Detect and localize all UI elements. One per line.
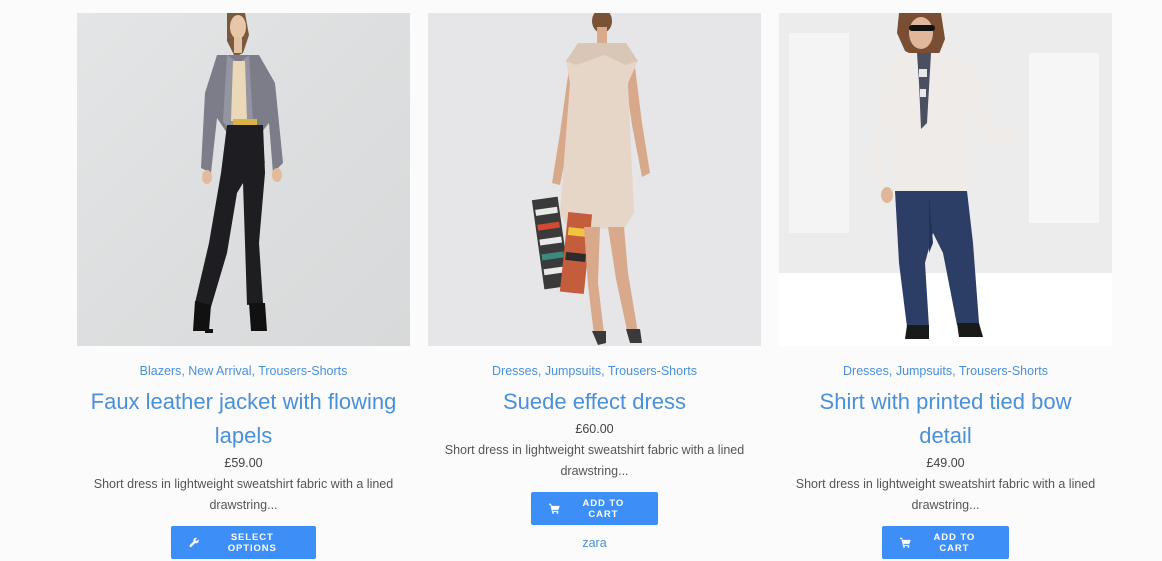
product-photo-dress (428, 13, 761, 346)
add-to-cart-button[interactable]: ADD TO CART (531, 492, 658, 525)
product-card: Dresses, Jumpsuits, Trousers-Shorts Sued… (428, 13, 761, 561)
category-link-dresses[interactable]: Dresses (843, 364, 889, 378)
cart-icon (549, 503, 560, 514)
product-image[interactable] (779, 13, 1112, 346)
product-card: Dresses, Jumpsuits, Trousers-Shorts Shir… (779, 13, 1112, 561)
add-to-cart-button[interactable]: ADD TO CART (882, 526, 1009, 559)
select-options-label: SELECT OPTIONS (227, 531, 277, 554)
product-categories: Dresses, Jumpsuits, Trousers-Shorts (492, 364, 697, 378)
select-options-button[interactable]: SELECT OPTIONS (171, 526, 316, 559)
product-title[interactable]: Shirt with printed tied bow detail (779, 385, 1112, 453)
product-title[interactable]: Suede effect dress (491, 385, 698, 419)
product-categories: Blazers, New Arrival, Trousers-Shorts (139, 364, 348, 378)
product-photo-shirt (779, 13, 1112, 346)
category-link-trousers-shorts[interactable]: Trousers-Shorts (959, 364, 1048, 378)
cart-icon (900, 537, 911, 548)
product-description: Short dress in lightweight sweatshirt fa… (93, 477, 394, 512)
product-tags: zara (582, 535, 606, 551)
product-title[interactable]: Faux leather jacket with flowing lapels (77, 385, 410, 453)
product-price: £59.00 (224, 456, 263, 470)
category-link-blazers[interactable]: Blazers (140, 364, 182, 378)
product-image[interactable] (428, 13, 761, 346)
category-link-jumpsuits[interactable]: Jumpsuits (896, 364, 952, 378)
product-description: Short dress in lightweight sweatshirt fa… (795, 477, 1096, 512)
product-price: £49.00 (926, 456, 965, 470)
add-to-cart-label: ADD TO CART (582, 497, 625, 520)
tag-link-zara[interactable]: zara (582, 536, 606, 550)
product-image[interactable] (77, 13, 410, 346)
category-link-trousers-shorts[interactable]: Trousers-Shorts (608, 364, 697, 378)
product-card: Blazers, New Arrival, Trousers-Shorts Fa… (77, 13, 410, 561)
product-price: £60.00 (575, 422, 614, 436)
product-description: Short dress in lightweight sweatshirt fa… (444, 443, 745, 478)
category-link-jumpsuits[interactable]: Jumpsuits (545, 364, 601, 378)
product-categories: Dresses, Jumpsuits, Trousers-Shorts (843, 364, 1048, 378)
product-grid: Blazers, New Arrival, Trousers-Shorts Fa… (77, 13, 1112, 561)
category-link-dresses[interactable]: Dresses (492, 364, 538, 378)
wrench-icon (189, 537, 199, 548)
product-photo-jacket (77, 13, 410, 346)
category-link-trousers-shorts[interactable]: Trousers-Shorts (258, 364, 347, 378)
category-link-new-arrival[interactable]: New Arrival (188, 364, 251, 378)
add-to-cart-label: ADD TO CART (933, 531, 976, 554)
